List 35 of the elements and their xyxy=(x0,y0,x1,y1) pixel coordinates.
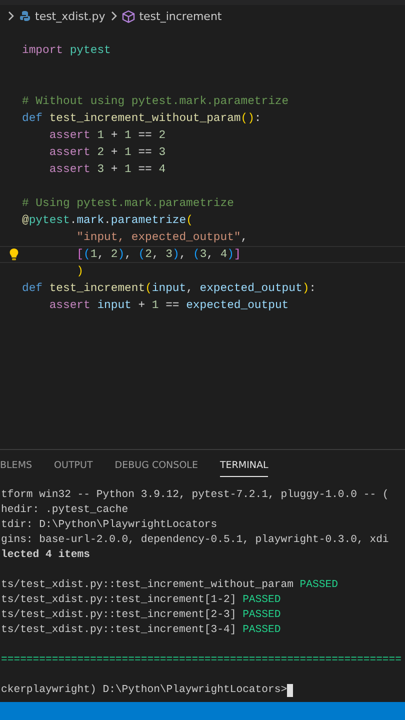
code-line: def test_increment(input, expected_output): xyxy=(22,282,316,294)
code-line: @pytest.mark.parametrize( xyxy=(22,214,193,226)
terminal-cursor xyxy=(287,684,294,697)
code-line: # Using pytest.mark.parametrize xyxy=(22,198,234,210)
terminal-line: tdir: D:\Python\PlaywrightLocators xyxy=(1,518,218,533)
terminal-line: tform win32 -- Python 3.9.12, pytest-7.2.1, pluggy-1.0.0 -- ( xyxy=(1,488,390,503)
code-line: ) xyxy=(76,266,84,278)
code-line: assert 1 + 1 == 2 xyxy=(48,130,166,142)
code-line: assert 2 + 1 == 3 xyxy=(48,146,166,158)
code-line: # Without using pytest.mark.parametrize xyxy=(22,96,289,108)
terminal-line: ts/test_xdist.py::test_increment[2-3] PASSED xyxy=(1,608,282,623)
terminal-line: lected 4 items xyxy=(1,548,92,563)
code-line: "input, expected_output", xyxy=(76,232,248,244)
panel-tab[interactable]: OUTPUT xyxy=(54,453,93,477)
breadcrumb-item[interactable]: test_increment xyxy=(139,10,222,22)
panel-tab[interactable]: BLEMS xyxy=(0,453,32,477)
terminal-line: gins: base-url-2.0.0, dependency-0.5.1, playwright-0.3.0, xdi xyxy=(1,533,390,548)
terminal-line: ts/test_xdist.py::test_increment[3-4] PASSED xyxy=(1,623,282,638)
terminal-separator: =============================================================== xyxy=(1,653,403,668)
python-file-icon xyxy=(19,10,31,22)
panel-tab[interactable]: DEBUG CONSOLE xyxy=(114,453,198,477)
code-line: def test_increment_without_param(): xyxy=(22,112,262,124)
chevron-icon xyxy=(109,10,118,22)
terminal-prompt: ckerplaywright) D:\Python\PlaywrightLocators> xyxy=(1,683,288,698)
breadcrumb-item[interactable]: test_xdist.py xyxy=(35,10,106,22)
terminal-line: ts/test_xdist.py::test_increment[1-2] PASSED xyxy=(1,593,282,608)
terminal-line: hedir: .pytest_cache xyxy=(1,503,130,518)
code-line: assert input + 1 == expected_output xyxy=(48,300,289,312)
code-line: import pytest xyxy=(22,44,111,56)
cube-icon xyxy=(122,10,136,22)
code-line: assert 3 + 1 == 4 xyxy=(48,164,166,176)
code-line: [(1, 2), (2, 3), (3, 4)] xyxy=(76,248,241,260)
terminal-line: ts/test_xdist.py::test_increment_without_param PASSED xyxy=(1,578,339,593)
chevron-icon xyxy=(6,10,15,22)
panel-tab[interactable]: TERMINAL xyxy=(220,453,268,477)
